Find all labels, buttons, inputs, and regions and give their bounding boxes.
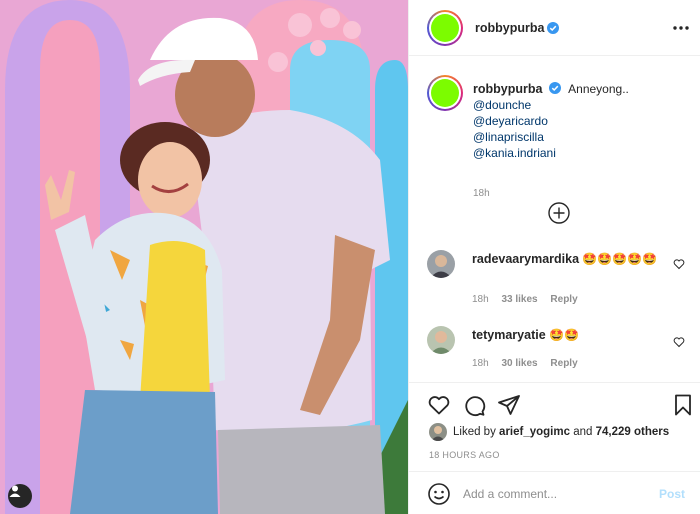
commenter-username[interactable]: tetymaryatie [472, 328, 546, 342]
verified-badge-icon [548, 82, 561, 94]
verified-badge-icon [547, 21, 560, 34]
post-photo[interactable] [0, 0, 408, 514]
author-avatar[interactable] [427, 9, 463, 46]
user-tag-icon [9, 485, 21, 497]
comment-like-icon[interactable] [673, 336, 685, 348]
caption-text: Anneyong.. [568, 82, 629, 96]
post-actions: Liked by arief_yogimc and 74,229 others … [409, 382, 700, 514]
post-comment-button[interactable]: Post [659, 487, 685, 501]
plus-circle-icon[interactable] [548, 202, 570, 224]
commenter-avatar[interactable] [427, 250, 455, 278]
more-options-icon[interactable] [671, 18, 691, 38]
caption-username[interactable]: robbypurba [473, 82, 542, 96]
comment-body: tetymaryatie 🤩🤩 [472, 326, 662, 344]
comment-text: 🤩🤩🤩🤩🤩 [582, 252, 658, 266]
caption-avatar[interactable] [427, 75, 463, 111]
comment-time: 18h [472, 294, 489, 305]
comment-likes[interactable]: 30 likes [501, 358, 537, 369]
comment-meta: 18h 30 likes Reply [472, 358, 588, 369]
post-side-panel: robbypurba robbypurba Anneyong.. @dounch… [408, 0, 700, 514]
caption-mentions: @dounche @deyaricardo @linapriscilla @ka… [473, 97, 556, 161]
comment-reply-button[interactable]: Reply [550, 294, 577, 305]
bookmark-icon[interactable] [671, 393, 695, 417]
comment-reply-button[interactable]: Reply [550, 358, 577, 369]
post-header: robbypurba [409, 0, 700, 56]
add-comment-input[interactable] [463, 486, 653, 501]
author-username[interactable]: robbypurba [475, 21, 544, 35]
comment-like-icon[interactable] [673, 258, 685, 270]
commenter-avatar[interactable] [427, 326, 455, 354]
comment-icon[interactable] [462, 393, 486, 417]
caption-time: 18h [473, 188, 490, 199]
add-comment-bar: Post [409, 471, 700, 514]
post-photo-illustration [0, 0, 408, 514]
heart-icon[interactable] [427, 393, 451, 417]
comment-body: radevaarymardika 🤩🤩🤩🤩🤩 [472, 250, 662, 268]
liker-avatar[interactable] [429, 423, 447, 441]
smiley-icon[interactable] [427, 482, 451, 506]
likes-joiner: and [573, 426, 593, 438]
post-timestamp[interactable]: 18 HOURS AGO [429, 450, 500, 460]
likes-count[interactable]: 74,229 others [596, 426, 670, 438]
likes-summary: Liked by arief_yogimc and 74,229 others [429, 423, 669, 441]
mention-link[interactable]: @deyaricardo [473, 113, 556, 129]
mention-link[interactable]: @linapriscilla [473, 129, 556, 145]
comments-section[interactable]: robbypurba Anneyong.. @dounche @deyarica… [409, 57, 700, 381]
liked-by-prefix: Liked by [453, 426, 496, 438]
comment-likes[interactable]: 33 likes [501, 294, 537, 305]
comment-meta: 18h 33 likes Reply [472, 294, 588, 305]
paper-plane-icon[interactable] [497, 393, 521, 417]
comment-text: 🤩🤩 [549, 328, 579, 342]
comment-time: 18h [472, 358, 489, 369]
commenter-username[interactable]: radevaarymardika [472, 252, 579, 266]
mention-link[interactable]: @kania.indriani [473, 145, 556, 161]
user-tag-button[interactable] [8, 484, 32, 508]
liker-username[interactable]: arief_yogimc [499, 426, 570, 438]
mention-link[interactable]: @dounche [473, 97, 556, 113]
